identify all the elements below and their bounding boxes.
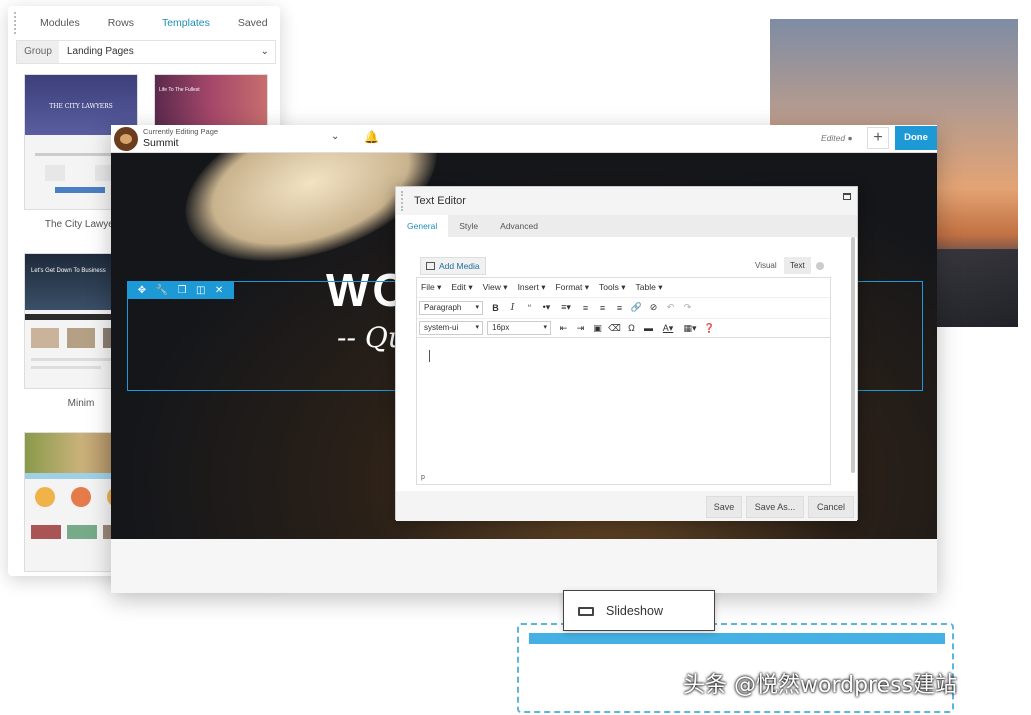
editor-menubar: File ▾ Edit ▾ View ▾ Insert ▾ Format ▾ T…: [417, 278, 830, 296]
panel-tabs: Modules Rows Templates Saved: [8, 6, 280, 40]
dialog-header[interactable]: Text Editor: [396, 187, 857, 215]
bullet-list-icon[interactable]: •▾: [538, 302, 555, 313]
horizontal-line-icon[interactable]: ▬: [640, 323, 657, 333]
block-format-select[interactable]: Paragraph ▾: [419, 300, 483, 315]
menu-file[interactable]: File ▾: [421, 278, 441, 296]
bell-icon[interactable]: 🔔: [364, 130, 379, 144]
chevron-down-icon[interactable]: ⌄: [331, 131, 339, 142]
template-thumb-hero-text: Let's Get Down To Business: [31, 268, 106, 274]
beaver-logo-icon[interactable]: [114, 127, 138, 151]
align-right-icon[interactable]: ≡: [611, 303, 628, 313]
tab-templates[interactable]: Templates: [148, 6, 224, 40]
template-thumb-fullest[interactable]: Life To The Fullest: [154, 74, 268, 126]
save-button[interactable]: Save: [706, 496, 742, 518]
italic-icon[interactable]: I: [504, 303, 521, 313]
editing-label: Currently Editing Page: [143, 127, 219, 136]
group-select[interactable]: Landing Pages ⌄: [59, 41, 275, 63]
menu-tools[interactable]: Tools ▾: [599, 278, 625, 296]
media-icon: [426, 262, 435, 270]
tab-general[interactable]: General: [396, 215, 449, 237]
columns-icon[interactable]: ◫: [196, 285, 205, 296]
dialog-title: Text Editor: [414, 195, 466, 207]
paste-text-icon[interactable]: ▣: [589, 323, 606, 334]
clear-formatting-icon[interactable]: ⌫: [606, 323, 623, 334]
help-icon[interactable]: ●: [847, 133, 852, 143]
add-media-button[interactable]: Add Media: [420, 257, 486, 275]
align-left-icon[interactable]: ≡: [577, 303, 594, 313]
watermark: 头条 @悦然wordpress建站: [683, 673, 958, 698]
tab-modules[interactable]: Modules: [26, 6, 94, 40]
dialog-body: Add Media Visual Text File ▾ Edit ▾ View…: [396, 237, 857, 491]
font-size-select[interactable]: 16px ▾: [487, 321, 551, 335]
template-thumb-hero-text: THE CITY LAWYERS: [49, 103, 113, 110]
help-icon[interactable]: ❓: [701, 323, 718, 334]
row-toolbar: ✥ 🔧 ❐ ◫ ✕: [127, 281, 234, 299]
font-toolbar: system-ui ▾ 16px ▾ ⇤ ⇥ ▣ ⌫ Ω ▬ A▾ ▦▾ ❓: [417, 318, 830, 338]
text-mode-tab[interactable]: Text: [784, 257, 811, 274]
tab-rows[interactable]: Rows: [94, 6, 148, 40]
blockquote-icon[interactable]: “: [521, 303, 538, 313]
group-filter[interactable]: Group Landing Pages ⌄: [16, 40, 276, 64]
numbered-list-icon[interactable]: ≡▾: [555, 302, 577, 313]
slideshow-module[interactable]: Slideshow: [563, 590, 715, 631]
dialog-tabs: General Style Advanced: [396, 215, 857, 237]
table-icon[interactable]: ▦▾: [679, 323, 701, 334]
move-icon[interactable]: ✥: [138, 285, 146, 296]
page-name[interactable]: Summit: [143, 137, 179, 149]
edited-status: Edited ●: [821, 133, 853, 143]
group-filter-label: Group: [17, 41, 59, 63]
link-icon[interactable]: 🔗: [628, 302, 645, 313]
slideshow-label: Slideshow: [606, 604, 663, 618]
template-thumb-hero-text: Life To The Fullest: [159, 87, 200, 93]
menu-table[interactable]: Table ▾: [636, 278, 663, 296]
builder-empty-area: [111, 539, 937, 593]
dialog-footer: Save Save As... Cancel: [396, 491, 857, 521]
redo-icon[interactable]: ↷: [679, 302, 696, 313]
close-icon[interactable]: ✕: [215, 285, 223, 296]
maximize-icon[interactable]: [843, 193, 851, 200]
save-as-button[interactable]: Save As...: [746, 496, 804, 518]
tab-saved[interactable]: Saved: [224, 6, 280, 40]
drag-handle-icon[interactable]: [401, 191, 405, 211]
rich-text-editor[interactable]: File ▾ Edit ▾ View ▾ Insert ▾ Format ▾ T…: [416, 277, 831, 485]
menu-edit[interactable]: Edit ▾: [451, 278, 472, 296]
element-path: p: [421, 474, 425, 481]
text-editor-dialog: Text Editor General Style Advanced Add M…: [395, 186, 858, 521]
undo-icon[interactable]: ↶: [662, 302, 679, 313]
tab-style[interactable]: Style: [448, 215, 489, 237]
slideshow-icon: [578, 607, 594, 616]
done-button[interactable]: Done: [895, 126, 937, 150]
align-center-icon[interactable]: ≡: [594, 303, 611, 313]
add-content-button[interactable]: +: [867, 127, 889, 149]
drop-indicator: [529, 633, 945, 644]
wrench-icon[interactable]: 🔧: [156, 285, 168, 296]
font-family-select[interactable]: system-ui ▾: [419, 321, 483, 335]
bold-icon[interactable]: B: [487, 303, 504, 313]
format-toolbar: Paragraph ▾ B I “ •▾ ≡▾ ≡ ≡ ≡ 🔗 ⊘ ↶ ↷: [417, 297, 830, 317]
menu-format[interactable]: Format ▾: [555, 278, 589, 296]
tab-advanced[interactable]: Advanced: [489, 215, 549, 237]
text-color-icon[interactable]: A▾: [657, 323, 679, 334]
outdent-icon[interactable]: ⇤: [555, 323, 572, 334]
menu-insert[interactable]: Insert ▾: [518, 278, 546, 296]
builder-top-bar: Currently Editing Page Summit ⌄ 🔔 Edited…: [111, 125, 937, 153]
menu-view[interactable]: View ▾: [483, 278, 508, 296]
text-caret: [429, 350, 430, 362]
dialog-scrollbar[interactable]: [851, 237, 855, 473]
visual-mode-tab[interactable]: Visual: [750, 259, 782, 272]
indent-icon[interactable]: ⇥: [572, 323, 589, 334]
special-character-icon[interactable]: Ω: [623, 323, 640, 333]
chevron-down-icon: ⌄: [260, 46, 269, 57]
group-select-value: Landing Pages: [67, 46, 134, 57]
unlink-icon[interactable]: ⊘: [645, 302, 662, 313]
duplicate-icon[interactable]: ❐: [178, 285, 187, 296]
help-icon[interactable]: [816, 262, 824, 270]
cancel-button[interactable]: Cancel: [808, 496, 854, 518]
